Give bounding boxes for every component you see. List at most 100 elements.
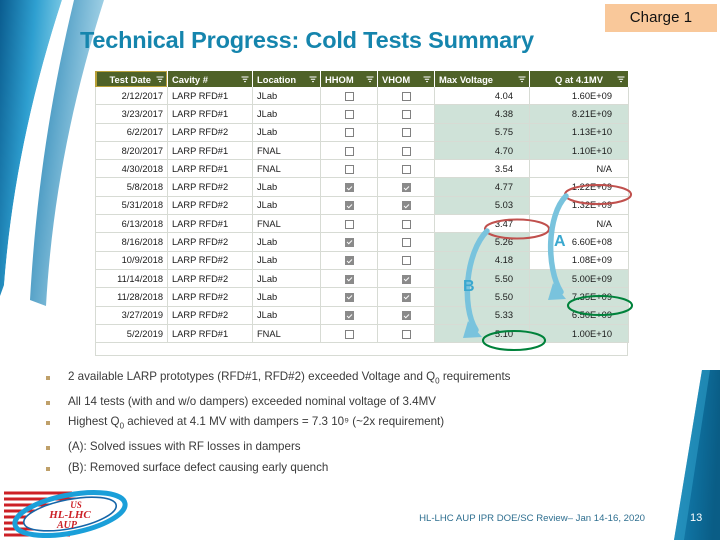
cell-hhom-checkbox[interactable] xyxy=(320,177,378,197)
cell-max-voltage[interactable]: 5.10 xyxy=(434,324,530,344)
checkbox-icon[interactable] xyxy=(401,311,411,321)
table-row[interactable]: 5/8/2018 LARP RFD#2 JLab 4.77 1.22E+09 xyxy=(95,177,629,197)
checkbox-icon[interactable] xyxy=(401,128,411,138)
cell-test-date[interactable]: 4/30/2018 xyxy=(95,159,168,179)
checkbox-icon[interactable] xyxy=(344,219,354,229)
cell-max-voltage[interactable]: 5.75 xyxy=(434,123,530,142)
checkbox-icon[interactable] xyxy=(344,329,354,339)
cell-location[interactable]: JLab xyxy=(252,123,321,142)
cell-q-at-41mv[interactable]: N/A xyxy=(529,159,629,179)
cell-location[interactable]: JLab xyxy=(252,87,321,106)
cell-location[interactable]: JLab xyxy=(252,306,321,325)
table-row[interactable]: 4/30/2018 LARP RFD#1 FNAL 3.54 N/A xyxy=(95,159,629,179)
cell-vhom-checkbox[interactable] xyxy=(377,306,435,325)
cell-q-at-41mv[interactable]: 1.08E+09 xyxy=(529,251,629,270)
cell-hhom-checkbox[interactable] xyxy=(320,232,378,252)
cell-vhom-checkbox[interactable] xyxy=(377,87,435,106)
cell-test-date[interactable]: 5/31/2018 xyxy=(95,196,168,216)
cell-location[interactable]: JLab xyxy=(252,251,321,270)
cell-cavity[interactable]: LARP RFD#2 xyxy=(167,232,253,252)
cell-test-date[interactable]: 3/27/2019 xyxy=(95,306,168,325)
cell-q-at-41mv[interactable]: 1.60E+09 xyxy=(529,87,629,106)
cell-location[interactable]: JLab xyxy=(252,104,321,124)
cell-max-voltage[interactable]: 4.04 xyxy=(434,87,530,106)
cell-max-voltage[interactable]: 3.47 xyxy=(434,214,530,234)
cell-hhom-checkbox[interactable] xyxy=(320,87,378,106)
checkbox-icon[interactable] xyxy=(344,311,354,321)
cell-q-at-41mv[interactable]: 6.60E+08 xyxy=(529,232,629,252)
checkbox-icon[interactable] xyxy=(401,109,411,119)
cell-hhom-checkbox[interactable] xyxy=(320,141,378,161)
checkbox-icon[interactable] xyxy=(401,91,411,101)
checkbox-icon[interactable] xyxy=(401,256,411,266)
cell-vhom-checkbox[interactable] xyxy=(377,324,435,344)
cell-cavity[interactable]: LARP RFD#2 xyxy=(167,287,253,307)
cell-q-at-41mv[interactable]: 7.35E+09 xyxy=(529,287,629,307)
cell-test-date[interactable]: 6/2/2017 xyxy=(95,123,168,142)
cell-test-date[interactable]: 5/8/2018 xyxy=(95,177,168,197)
cell-q-at-41mv[interactable]: 1.00E+10 xyxy=(529,324,629,344)
filter-icon[interactable] xyxy=(518,75,526,86)
cell-location[interactable]: JLab xyxy=(252,177,321,197)
cell-cavity[interactable]: LARP RFD#2 xyxy=(167,251,253,270)
cell-test-date[interactable]: 8/16/2018 xyxy=(95,232,168,252)
table-row[interactable]: 3/23/2017 LARP RFD#1 JLab 4.38 8.21E+09 xyxy=(95,104,629,124)
cell-test-date[interactable]: 11/14/2018 xyxy=(95,269,168,289)
cell-cavity[interactable]: LARP RFD#2 xyxy=(167,269,253,289)
checkbox-icon[interactable] xyxy=(344,183,354,193)
table-row[interactable]: 11/14/2018 LARP RFD#2 JLab 5.50 5.00E+09 xyxy=(95,269,629,289)
filter-icon[interactable] xyxy=(366,75,374,86)
cell-cavity[interactable]: LARP RFD#1 xyxy=(167,159,253,179)
filter-icon[interactable] xyxy=(156,75,164,86)
table-row[interactable]: 5/31/2018 LARP RFD#2 JLab 5.03 1.32E+09 xyxy=(95,196,629,216)
checkbox-icon[interactable] xyxy=(344,128,354,138)
cell-max-voltage[interactable]: 5.33 xyxy=(434,306,530,325)
cell-location[interactable]: FNAL xyxy=(252,159,321,179)
cell-q-at-41mv[interactable]: 1.22E+09 xyxy=(529,177,629,197)
cell-vhom-checkbox[interactable] xyxy=(377,159,435,179)
cell-location[interactable]: JLab xyxy=(252,287,321,307)
checkbox-icon[interactable] xyxy=(401,164,411,174)
checkbox-icon[interactable] xyxy=(401,201,411,211)
cell-test-date[interactable]: 11/28/2018 xyxy=(95,287,168,307)
column-header-location[interactable]: Location xyxy=(252,71,321,87)
cell-cavity[interactable]: LARP RFD#1 xyxy=(167,324,253,344)
cell-max-voltage[interactable]: 5.50 xyxy=(434,287,530,307)
checkbox-icon[interactable] xyxy=(344,238,354,248)
cell-max-voltage[interactable]: 5.50 xyxy=(434,269,530,289)
cell-test-date[interactable]: 10/9/2018 xyxy=(95,251,168,270)
cell-vhom-checkbox[interactable] xyxy=(377,287,435,307)
cell-location[interactable]: JLab xyxy=(252,196,321,216)
cell-max-voltage[interactable]: 3.54 xyxy=(434,159,530,179)
cell-location[interactable]: JLab xyxy=(252,269,321,289)
checkbox-icon[interactable] xyxy=(344,164,354,174)
checkbox-icon[interactable] xyxy=(344,201,354,211)
checkbox-icon[interactable] xyxy=(401,183,411,193)
cell-test-date[interactable]: 2/12/2017 xyxy=(95,87,168,106)
checkbox-icon[interactable] xyxy=(344,91,354,101)
column-header-hhom[interactable]: HHOM xyxy=(320,71,378,87)
cell-hhom-checkbox[interactable] xyxy=(320,287,378,307)
cell-vhom-checkbox[interactable] xyxy=(377,232,435,252)
cell-hhom-checkbox[interactable] xyxy=(320,324,378,344)
checkbox-icon[interactable] xyxy=(344,256,354,266)
cell-vhom-checkbox[interactable] xyxy=(377,141,435,161)
cell-hhom-checkbox[interactable] xyxy=(320,214,378,234)
cell-location[interactable]: JLab xyxy=(252,232,321,252)
table-row[interactable]: 2/12/2017 LARP RFD#1 JLab 4.04 1.60E+09 xyxy=(95,87,629,106)
cell-q-at-41mv[interactable]: 1.10E+10 xyxy=(529,141,629,161)
filter-icon[interactable] xyxy=(423,75,431,86)
cell-q-at-41mv[interactable]: 1.32E+09 xyxy=(529,196,629,216)
table-row[interactable]: 10/9/2018 LARP RFD#2 JLab 4.18 1.08E+09 xyxy=(95,251,629,270)
cell-q-at-41mv[interactable]: 6.50E+09 xyxy=(529,306,629,325)
cell-test-date[interactable]: 8/20/2017 xyxy=(95,141,168,161)
cell-hhom-checkbox[interactable] xyxy=(320,251,378,270)
cell-test-date[interactable]: 5/2/2019 xyxy=(95,324,168,344)
column-header-cavity[interactable]: Cavity # xyxy=(167,71,253,87)
table-row[interactable]: 6/2/2017 LARP RFD#2 JLab 5.75 1.13E+10 xyxy=(95,123,629,142)
cell-location[interactable]: FNAL xyxy=(252,214,321,234)
column-header-q-at-41mv[interactable]: Q at 4.1MV xyxy=(529,71,629,87)
column-header-max-voltage[interactable]: Max Voltage xyxy=(434,71,530,87)
checkbox-icon[interactable] xyxy=(344,292,354,302)
checkbox-icon[interactable] xyxy=(401,146,411,156)
